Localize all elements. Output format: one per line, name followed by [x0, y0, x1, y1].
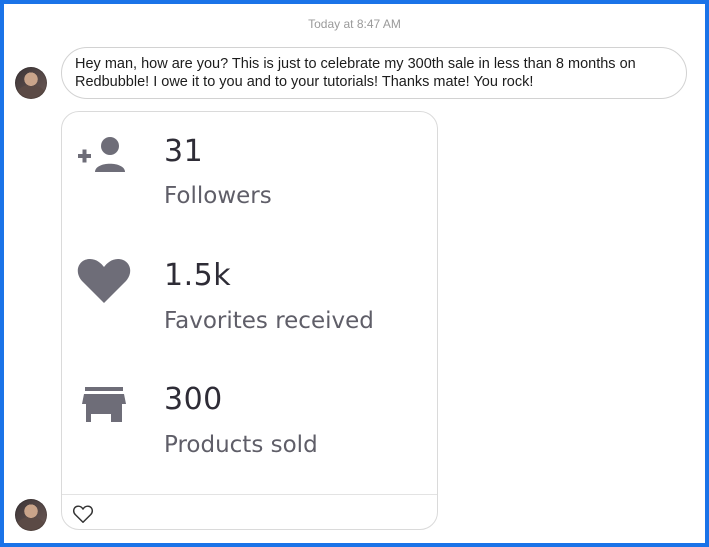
followers-label: Followers: [164, 183, 272, 209]
shop-icon: [82, 385, 126, 430]
message-text: Hey man, how are you? This is just to ce…: [75, 56, 636, 90]
heart-outline-icon[interactable]: [72, 503, 94, 525]
message-bubble: Hey man, how are you? This is just to ce…: [61, 47, 687, 99]
heart-icon: [76, 257, 132, 310]
followers-count: 31: [164, 134, 204, 169]
reaction-bar: [62, 494, 437, 529]
message-timestamp: Today at 8:47 AM: [308, 17, 401, 31]
shared-stats-image[interactable]: 31 Followers 1.5k Favorites received 300…: [61, 111, 438, 530]
products-sold-count: 300: [164, 382, 223, 417]
products-sold-label: Products sold: [164, 432, 318, 458]
favorites-count: 1.5k: [164, 258, 232, 293]
sender-avatar[interactable]: [15, 67, 47, 99]
add-person-icon: [76, 134, 130, 181]
sender-avatar-bottom[interactable]: [15, 499, 47, 531]
favorites-label: Favorites received: [164, 308, 374, 334]
message-thread-frame: Today at 8:47 AM Hey man, how are you? T…: [0, 0, 709, 547]
